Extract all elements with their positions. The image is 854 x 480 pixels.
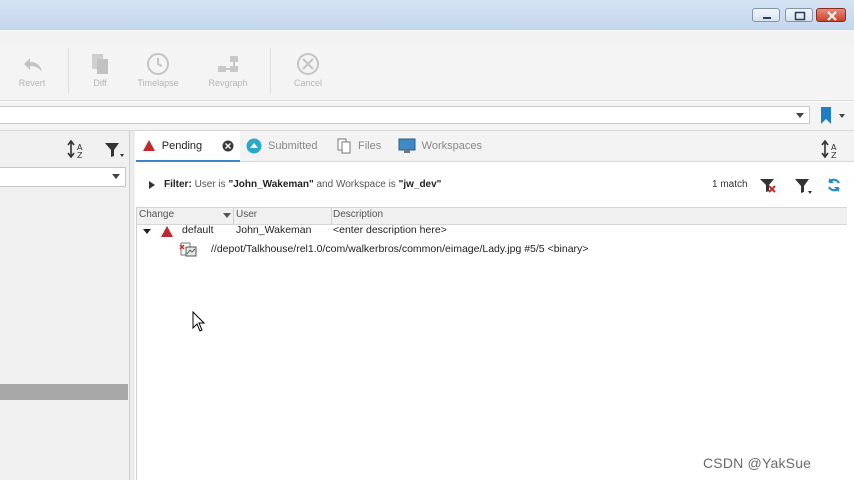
column-separator[interactable] — [331, 208, 332, 224]
minimize-icon — [763, 17, 771, 19]
submitted-icon — [246, 138, 262, 154]
window-title-bar — [0, 0, 854, 31]
toolbar-separator — [270, 48, 271, 94]
pending-icon — [143, 140, 155, 151]
changelist-user: John_Wakeman — [236, 224, 312, 236]
chevron-down-icon[interactable] — [838, 112, 846, 120]
filter-label: Filter: — [164, 179, 192, 190]
workspaces-icon — [398, 138, 416, 153]
cancel-icon — [297, 53, 319, 75]
tab-workspaces[interactable]: Workspaces — [392, 131, 488, 161]
tab-pending-label: Pending — [161, 139, 203, 152]
chevron-down-icon[interactable] — [792, 107, 808, 123]
main-toolbar: Revert Diff Timelapse Revgraph Cancel — [0, 44, 854, 101]
watermark: CSDN @YakSue — [703, 455, 812, 471]
revgraph-icon — [218, 56, 238, 72]
sort-icon[interactable]: A Z — [66, 140, 90, 160]
revgraph-button[interactable]: Revgraph — [198, 48, 258, 98]
timelapse-label: Timelapse — [137, 78, 179, 88]
revert-icon — [24, 58, 42, 72]
tab-files[interactable]: Files — [330, 131, 388, 161]
changelist-row[interactable]: default John_Wakeman <enter description … — [137, 224, 847, 242]
diff-icon — [92, 54, 108, 74]
maximize-icon — [794, 11, 806, 21]
left-pane: A Z — [0, 131, 130, 480]
diff-button[interactable]: Diff — [70, 48, 130, 98]
expand-filter-icon[interactable] — [148, 180, 156, 190]
column-header-change[interactable]: Change — [139, 209, 174, 220]
sort-descending-icon — [223, 213, 231, 218]
filter-description: Filter: User is "John_Wakeman" and Works… — [164, 179, 441, 190]
svg-text:Z: Z — [831, 151, 837, 160]
mouse-cursor-icon — [192, 311, 206, 332]
filter-bar: Filter: User is "John_Wakeman" and Works… — [136, 170, 854, 200]
filter-workspace: "jw_dev" — [398, 179, 442, 190]
svg-text:Z: Z — [77, 151, 83, 160]
binary-file-icon — [179, 242, 197, 257]
collapse-arrow-icon[interactable] — [143, 229, 151, 235]
close-button[interactable] — [816, 8, 846, 22]
horizontal-scrollbar[interactable] — [0, 384, 128, 400]
match-count: 1 match — [712, 179, 748, 190]
revert-label: Revert — [18, 78, 46, 88]
column-header-description[interactable]: Description — [333, 209, 383, 220]
minimize-button[interactable] — [752, 8, 780, 22]
grid-header: Change User Description — [137, 207, 847, 225]
refresh-icon[interactable] — [826, 177, 842, 193]
left-pane-dropdown[interactable] — [0, 167, 126, 187]
maximize-button[interactable] — [785, 8, 813, 22]
tab-pending[interactable]: Pending — [136, 131, 240, 162]
column-header-user[interactable]: User — [236, 209, 257, 220]
filter-icon[interactable] — [104, 141, 126, 159]
file-path: //depot/Talkhouse/rel1.0/com/walkerbros/… — [211, 243, 589, 255]
chevron-down-icon — [112, 174, 120, 179]
menu-strip — [0, 30, 854, 45]
pending-changelist-icon — [161, 226, 173, 237]
tab-files-label: Files — [358, 140, 382, 152]
filter-icon[interactable] — [794, 177, 814, 195]
filter-middle: and Workspace is — [313, 179, 399, 190]
tab-submitted-label: Submitted — [268, 140, 318, 152]
clear-filter-icon[interactable] — [759, 177, 779, 193]
bookmark-icon[interactable] — [818, 106, 834, 126]
changelist-number: default — [182, 224, 214, 236]
toolbar-separator — [68, 48, 69, 94]
pending-changelists-grid: Change User Description default John_Wak… — [136, 207, 847, 480]
address-bar — [0, 102, 854, 131]
sort-icon[interactable]: A Z — [820, 140, 846, 160]
cancel-button[interactable]: Cancel — [278, 48, 338, 98]
pane-splitter[interactable] — [130, 131, 135, 480]
revgraph-label: Revgraph — [208, 78, 248, 88]
tab-workspaces-label: Workspaces — [421, 140, 482, 152]
cancel-label: Cancel — [293, 78, 322, 88]
timelapse-button[interactable]: Timelapse — [128, 48, 188, 98]
diff-label: Diff — [93, 78, 107, 88]
revert-button[interactable]: Revert — [2, 48, 62, 98]
files-icon — [337, 138, 351, 154]
column-separator[interactable] — [233, 208, 234, 224]
changelist-description: <enter description here> — [333, 224, 447, 236]
file-row[interactable]: //depot/Talkhouse/rel1.0/com/walkerbros/… — [137, 242, 847, 261]
tabs-bar: Pending Submitted Files Workspaces A Z — [136, 131, 854, 162]
tab-submitted[interactable]: Submitted — [240, 131, 330, 161]
close-tab-icon[interactable] — [222, 140, 234, 152]
close-icon — [827, 11, 837, 21]
depot-path-input[interactable] — [0, 106, 810, 124]
filter-user: "John_Wakeman" — [228, 179, 314, 190]
timelapse-icon — [147, 53, 169, 75]
filter-prefix: User is — [194, 179, 229, 190]
